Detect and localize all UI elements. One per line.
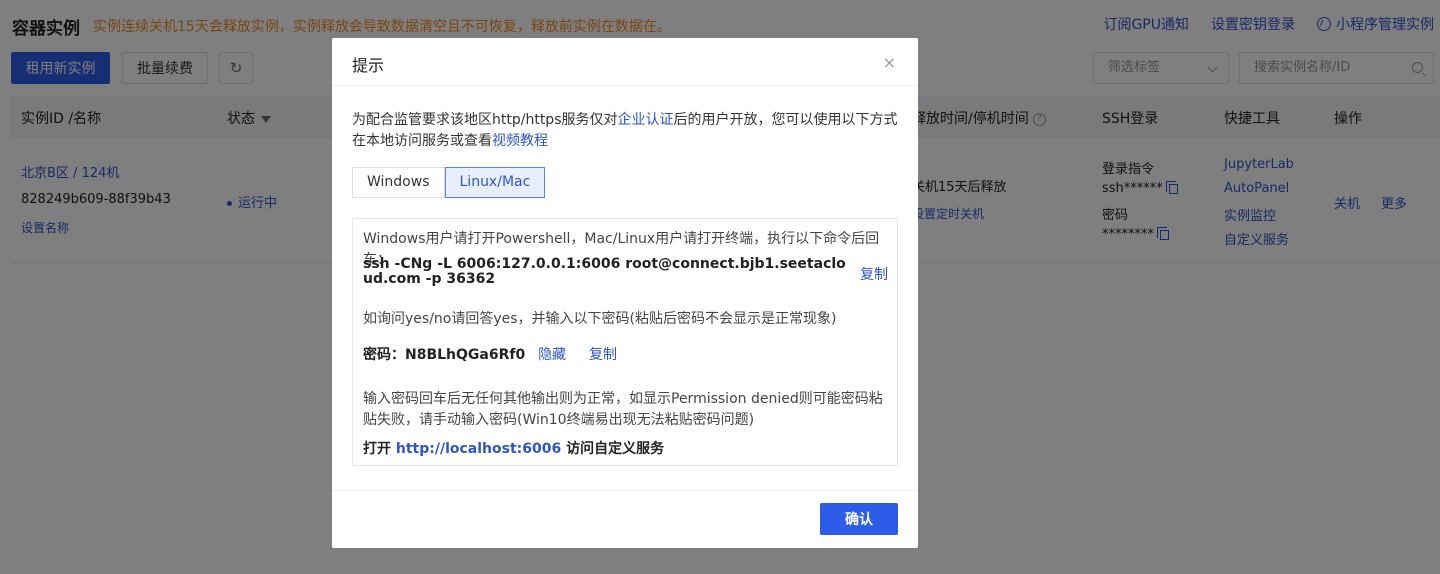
confirm-button[interactable]: 确认 (820, 503, 898, 535)
ssh-command: ssh -CNg -L 6006:127.0.0.1:6006 root@con… (363, 256, 846, 287)
open-prefix: 打开 (363, 441, 391, 457)
video-tutorial-link[interactable]: 视频教程 (492, 133, 548, 149)
password-value: N8BLhQGa6Rf0 (405, 347, 526, 363)
step3-text: 输入密码回车后无任何其他输出则为正常，如显示Permission denied则… (363, 391, 883, 428)
open-localhost-line: 打开 http://localhost:6006 访问自定义服务 (363, 438, 664, 458)
dialog-title: 提示 (352, 56, 385, 75)
tab-linux-mac[interactable]: Linux/Mac (444, 167, 546, 198)
os-tabs: Windows Linux/Mac (352, 167, 546, 198)
tab-windows[interactable]: Windows (352, 167, 445, 198)
password-line: 密码：N8BLhQGa6Rf0 隐藏 复制 (363, 344, 617, 364)
localhost-link[interactable]: http://localhost:6006 (396, 441, 561, 457)
tip-dialog: 提示 × 为配合监管要求该地区http/https服务仅对企业认证后的用户开放，… (332, 38, 918, 548)
step2-text: 如询问yes/no请回答yes，并输入以下密码(粘贴后密码不会显示是正常现象) (363, 311, 837, 327)
copy-command-button[interactable]: 复制 (860, 264, 888, 284)
open-suffix: 访问自定义服务 (566, 441, 665, 457)
dialog-footer-divider (332, 490, 918, 491)
close-icon[interactable]: × (883, 53, 896, 72)
dialog-header: 提示 × (332, 38, 918, 86)
password-label: 密码： (363, 347, 405, 363)
intro-text-1: 为配合监管要求该地区http/https服务仅对 (352, 112, 618, 128)
hide-password-button[interactable]: 隐藏 (538, 347, 566, 363)
instructions-panel: Windows用户请打开Powershell，Mac/Linux用户请打开终端，… (352, 218, 898, 466)
enterprise-auth-link[interactable]: 企业认证 (618, 112, 674, 128)
dialog-intro: 为配合监管要求该地区http/https服务仅对企业认证后的用户开放，您可以使用… (352, 110, 898, 152)
copy-password-button[interactable]: 复制 (589, 347, 617, 363)
